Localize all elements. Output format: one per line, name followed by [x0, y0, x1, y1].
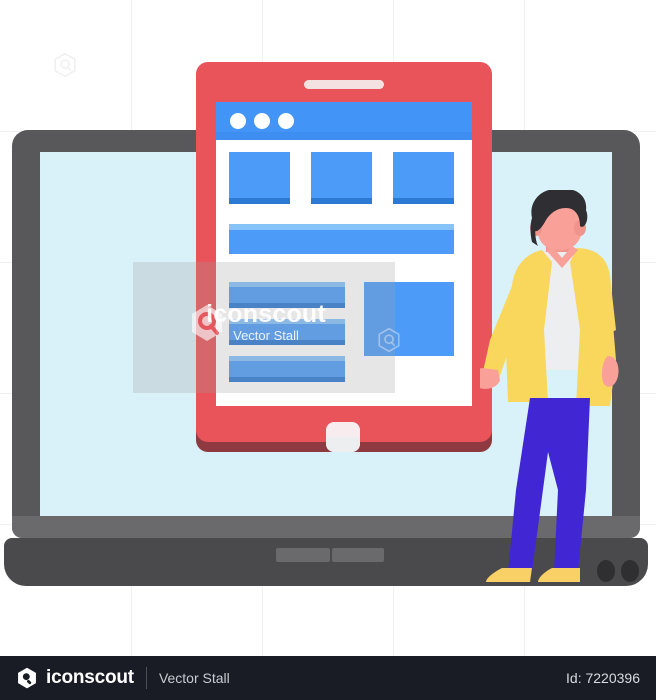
browser-title-bar-shade	[216, 132, 472, 140]
content-card	[311, 152, 372, 204]
tablet-speaker	[304, 80, 384, 89]
standing-person	[480, 190, 619, 582]
footer-bar: iconscout Vector Stall Id: 7220396	[0, 656, 656, 700]
content-card	[393, 152, 454, 204]
person-trousers	[508, 398, 590, 572]
person-shoe-left	[486, 568, 532, 582]
iconscout-hexagon-watermark-icon	[376, 327, 402, 353]
footer-asset-id: Id: 7220396	[566, 670, 640, 686]
person-left-hand	[480, 368, 500, 389]
iconscout-hexagon-logo-icon	[16, 667, 38, 689]
footer-brand-name: iconscout	[46, 667, 134, 688]
illustration-canvas: iconscout Vector Stall	[0, 0, 656, 656]
laptop-base-key	[332, 548, 384, 562]
window-dot-icon[interactable]	[254, 113, 270, 129]
illustration-screenshot: iconscout Vector Stall iconscout Vector …	[0, 0, 656, 700]
watermark-contributor: Vector Stall	[233, 328, 299, 343]
laptop-base-key	[276, 548, 330, 562]
wide-banner-block	[229, 230, 454, 254]
footer-contributor-name: Vector Stall	[158, 670, 230, 686]
content-card-footer	[229, 198, 290, 204]
content-card	[229, 152, 290, 204]
watermark-brand: iconscout	[206, 300, 326, 328]
window-dot-icon[interactable]	[230, 113, 246, 129]
footer-divider	[145, 667, 147, 689]
content-card-footer	[393, 198, 454, 204]
tablet-home-button-shade	[326, 437, 360, 452]
content-card-footer	[311, 198, 372, 204]
person-shoe-right	[538, 568, 580, 582]
window-dot-icon[interactable]	[278, 113, 294, 129]
iconscout-hexagon-watermark-icon	[52, 52, 78, 78]
watermark-text-group: iconscout Vector Stall	[186, 300, 346, 356]
